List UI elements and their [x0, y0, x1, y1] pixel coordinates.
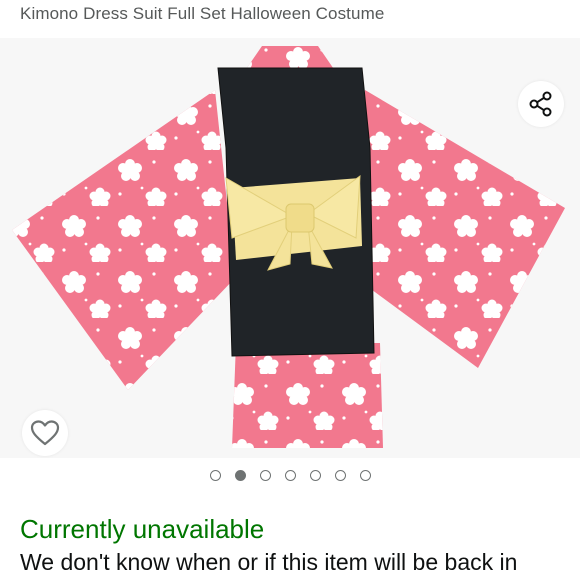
carousel-dot[interactable] — [209, 470, 221, 481]
share-button[interactable] — [518, 81, 564, 127]
carousel-dot[interactable] — [334, 470, 346, 481]
product-image[interactable] — [0, 38, 580, 458]
share-icon — [529, 91, 552, 117]
carousel-dot[interactable] — [284, 470, 296, 481]
carousel-dot[interactable] — [309, 470, 321, 481]
heart-outline-icon — [30, 420, 60, 446]
availability-status: Currently unavailable — [20, 514, 265, 544]
carousel-dot[interactable] — [259, 470, 271, 481]
carousel-dot[interactable] — [359, 470, 371, 481]
product-title: Kimono Dress Suit Full Set Halloween Cos… — [20, 4, 385, 23]
availability-message: We don't know when or if this item will … — [20, 549, 518, 575]
image-carousel-dots[interactable] — [0, 470, 580, 481]
product-image-gallery[interactable] — [0, 38, 580, 458]
carousel-dot-active[interactable] — [234, 470, 246, 481]
wishlist-button[interactable] — [22, 410, 68, 456]
